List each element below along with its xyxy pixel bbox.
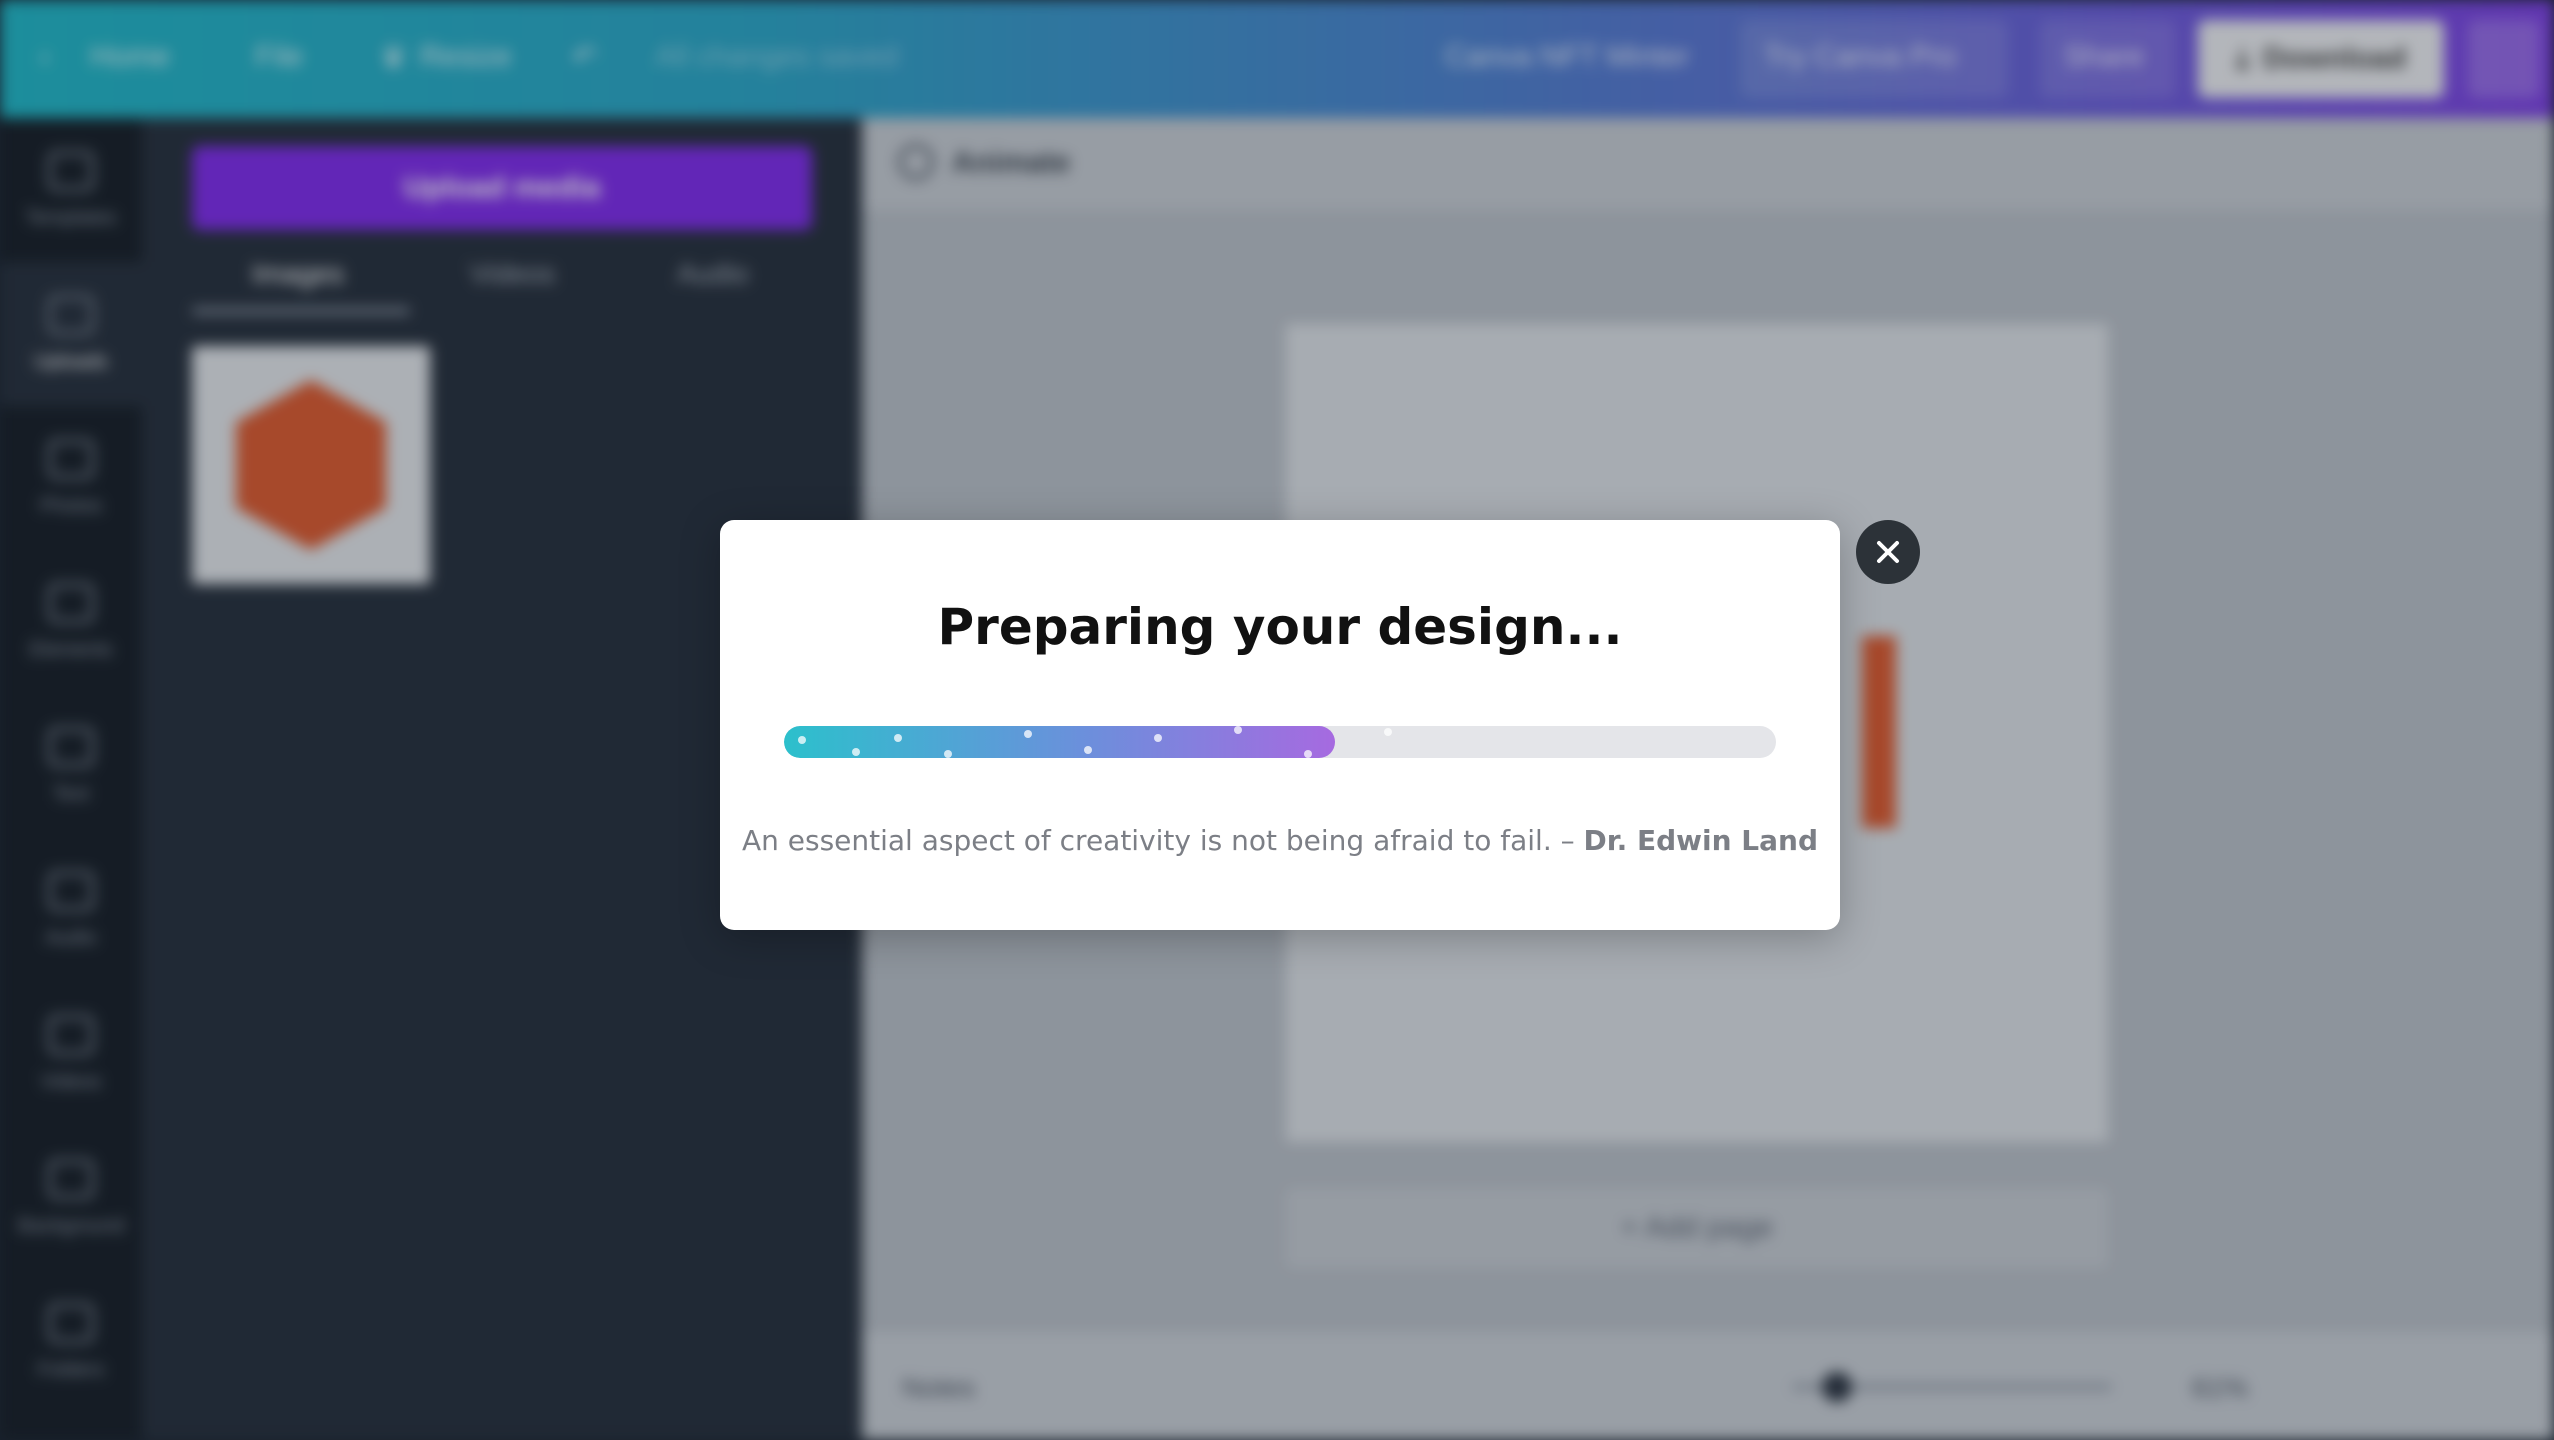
- sparkle: [1154, 734, 1162, 742]
- quote-author: Dr. Edwin Land: [1583, 824, 1819, 857]
- sparkle: [1234, 726, 1242, 734]
- close-icon: [1877, 541, 1899, 563]
- progress-bar: [784, 726, 1776, 758]
- progress-bar-fill: [784, 726, 1392, 758]
- preparing-design-dialog: Preparing your design... An essential as…: [720, 520, 1840, 930]
- quote-text: An essential aspect of creativity is not…: [741, 824, 1575, 857]
- sparkle: [944, 750, 952, 758]
- sparkle: [1024, 730, 1032, 738]
- close-dialog-button[interactable]: [1856, 520, 1920, 584]
- sparkle: [852, 748, 860, 756]
- dialog-title: Preparing your design...: [937, 598, 1623, 656]
- sparkle: [1084, 746, 1092, 754]
- sparkle: [894, 734, 902, 742]
- sparkle: [798, 736, 806, 744]
- sparkle: [1304, 750, 1312, 758]
- sparkle: [1384, 728, 1392, 736]
- inspirational-quote: An essential aspect of creativity is not…: [720, 824, 1840, 857]
